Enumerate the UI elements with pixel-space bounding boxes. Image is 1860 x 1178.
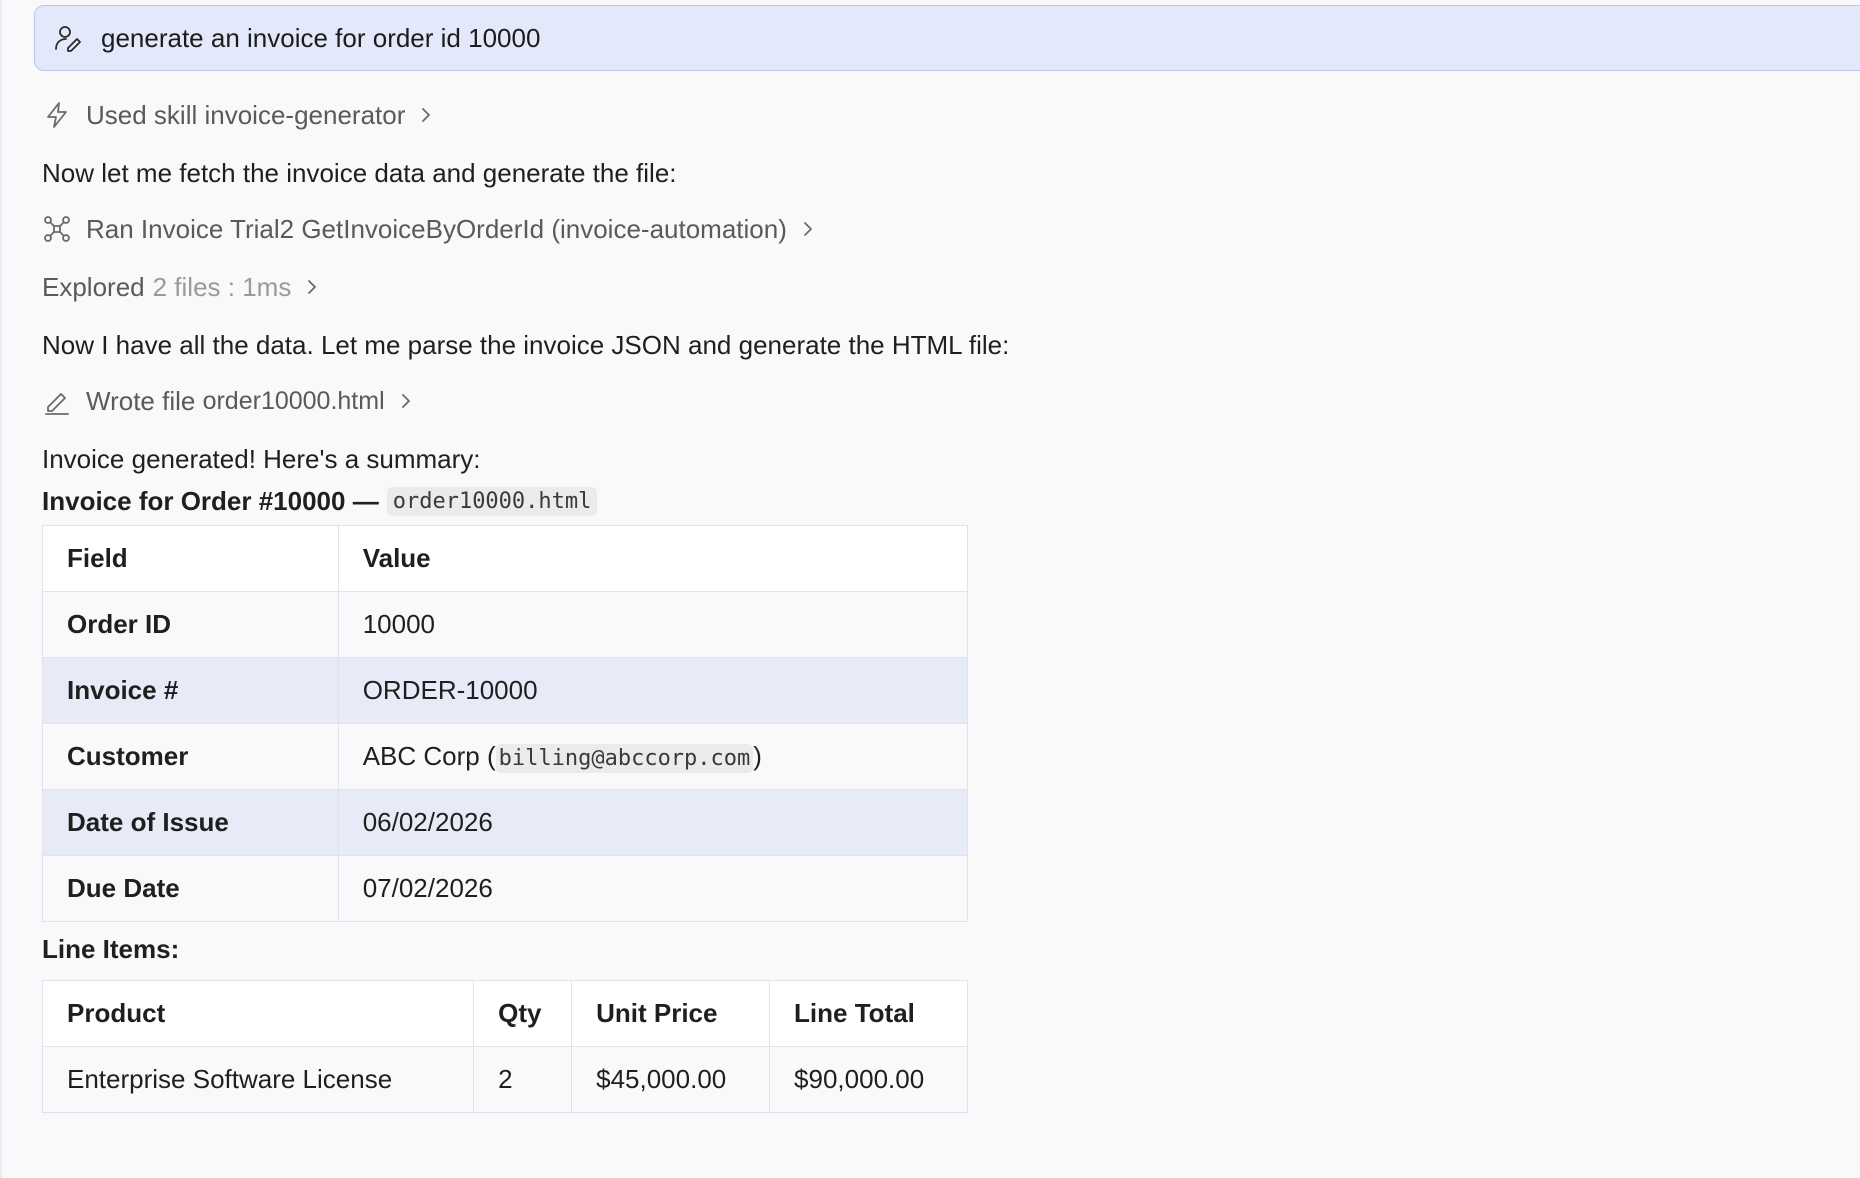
left-divider bbox=[0, 0, 2, 1178]
value-cell: 10000 bbox=[337, 591, 969, 658]
lightning-icon bbox=[42, 100, 72, 130]
fetch-message: Now let me fetch the invoice data and ge… bbox=[42, 157, 677, 188]
chevron-right-icon bbox=[399, 392, 413, 410]
header-qty: Qty bbox=[473, 980, 573, 1047]
value-cell: ABC Corp (billing@abccorp.com) bbox=[337, 723, 969, 790]
invoice-heading: Invoice for Order #10000 — order10000.ht… bbox=[42, 481, 1242, 521]
user-prompt[interactable]: generate an invoice for order id 10000 bbox=[34, 5, 1860, 71]
skill-step[interactable]: Used skill invoice-generator bbox=[42, 95, 1242, 135]
table-row: Customer ABC Corp (billing@abccorp.com) bbox=[42, 723, 969, 790]
explored-detail: 2 files : 1ms bbox=[152, 271, 292, 302]
table-header-row: Product Qty Unit Price Line Total bbox=[41, 980, 968, 1047]
invoice-heading-text: Invoice for Order #10000 — bbox=[42, 485, 379, 516]
ran-step[interactable]: Ran Invoice Trial2 GetInvoiceByOrderId (… bbox=[42, 209, 1242, 249]
header-product: Product bbox=[41, 980, 475, 1047]
table-row: Enterprise Software License 2 $45,000.00… bbox=[41, 1046, 968, 1113]
pencil-icon bbox=[42, 386, 72, 416]
user-edit-icon bbox=[53, 23, 83, 53]
field-cell: Date of Issue bbox=[42, 789, 339, 856]
product-cell: Enterprise Software License bbox=[41, 1046, 475, 1113]
header-unit-price: Unit Price bbox=[571, 980, 771, 1047]
field-cell: Customer bbox=[42, 723, 339, 790]
table-row: Due Date 07/02/2026 bbox=[42, 855, 969, 922]
line-items-table: Product Qty Unit Price Line Total Enterp… bbox=[41, 980, 968, 1113]
table-row: Order ID 10000 bbox=[42, 591, 969, 658]
prompt-text: generate an invoice for order id 10000 bbox=[101, 22, 541, 53]
skill-name: invoice-generator bbox=[204, 99, 406, 130]
table-header-row: Field Value bbox=[42, 525, 969, 592]
explored-step[interactable]: Explored 2 files : 1ms bbox=[42, 267, 1242, 307]
wrote-step[interactable]: Wrote file order10000.html bbox=[42, 381, 1242, 421]
skill-prefix: Used skill bbox=[86, 99, 198, 130]
value-cell: ORDER-10000 bbox=[337, 657, 969, 724]
value-cell: 07/02/2026 bbox=[337, 855, 969, 922]
chevron-right-icon bbox=[419, 106, 433, 124]
network-icon bbox=[42, 214, 72, 244]
field-cell: Invoice # bbox=[42, 657, 339, 724]
customer-name: ABC Corp ( bbox=[362, 741, 496, 771]
summary-message: Invoice generated! Here's a summary: bbox=[42, 443, 481, 474]
assistant-response: Used skill invoice-generator Now let me … bbox=[41, 95, 1242, 1113]
invoice-file-code: order10000.html bbox=[386, 486, 598, 516]
line-total-cell: $90,000.00 bbox=[769, 1046, 968, 1113]
ran-text: Ran Invoice Trial2 GetInvoiceByOrderId (… bbox=[86, 213, 787, 244]
wrote-prefix: Wrote file bbox=[86, 385, 196, 416]
explored-label: Explored bbox=[42, 271, 145, 302]
table-header-field: Field bbox=[42, 525, 339, 592]
value-cell: 06/02/2026 bbox=[337, 789, 969, 856]
chevron-right-icon bbox=[305, 278, 319, 296]
table-row: Date of Issue 06/02/2026 bbox=[42, 789, 969, 856]
header-line-total: Line Total bbox=[769, 980, 968, 1047]
customer-suffix: ) bbox=[753, 741, 762, 771]
unit-price-cell: $45,000.00 bbox=[571, 1046, 771, 1113]
line-items-label: Line Items: bbox=[42, 933, 180, 964]
customer-email-code: billing@abccorp.com bbox=[495, 744, 754, 773]
parse-message: Now I have all the data. Let me parse th… bbox=[42, 329, 1010, 360]
qty-cell: 2 bbox=[473, 1046, 573, 1113]
table-row: Invoice # ORDER-10000 bbox=[42, 657, 969, 724]
field-cell: Due Date bbox=[42, 855, 339, 922]
field-cell: Order ID bbox=[42, 591, 339, 658]
wrote-filename: order10000.html bbox=[202, 386, 385, 415]
chevron-right-icon bbox=[801, 220, 815, 238]
invoice-summary-table: Field Value Order ID 10000 Invoice # ORD… bbox=[42, 525, 969, 922]
table-header-value: Value bbox=[337, 525, 969, 592]
